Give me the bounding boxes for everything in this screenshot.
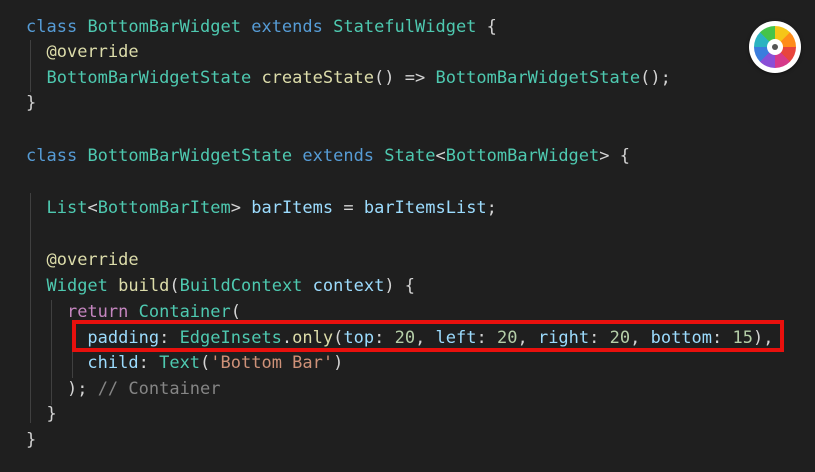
wheel-hub [767, 39, 783, 55]
code-line-11: child: Text('Bottom Bar') [26, 350, 343, 376]
punctuation: } [46, 404, 57, 424]
code-line-8: Widget build(BuildContext context) { [26, 273, 415, 299]
punctuation: < [87, 198, 98, 218]
punctuation: } [26, 93, 37, 113]
punctuation: : [138, 353, 160, 373]
return-type: BottomBarWidgetState [46, 68, 252, 88]
keyword: class [26, 17, 78, 37]
class-name: Text [159, 353, 201, 373]
generic-type: BottomBarItem [97, 198, 231, 218]
punctuation: ( [200, 353, 211, 373]
annotation: @override [46, 250, 139, 270]
code-line-6: List<BottomBarItem> barItems = barItemsL… [26, 195, 497, 221]
highlight-box [72, 320, 784, 352]
generic-type: BottomBarWidget [445, 146, 600, 166]
variable: barItemsList [363, 198, 487, 218]
class-name: BottomBarWidget [87, 17, 241, 37]
punctuation: ) { [384, 276, 416, 296]
punctuation: ( [169, 276, 180, 296]
class-name: BottomBarWidgetState [87, 146, 293, 166]
punctuation: ; [486, 198, 497, 218]
comment: // Container [97, 379, 221, 399]
punctuation: > [230, 198, 252, 218]
keyword: class [26, 146, 78, 166]
class-name: Container [138, 302, 231, 322]
punctuation: { [476, 17, 497, 37]
color-wheel [754, 26, 796, 68]
code-line-2: @override [26, 39, 139, 65]
property-name: child [87, 353, 139, 373]
code-line-13: } [26, 401, 57, 427]
variable: barItems [251, 198, 334, 218]
code-line-3: BottomBarWidgetState createState() => Bo… [26, 65, 671, 91]
keyword: extends [302, 146, 375, 166]
return-type: Widget [46, 276, 108, 296]
annotation: @override [46, 42, 139, 62]
punctuation: > { [599, 146, 630, 166]
wheel-center-dot [772, 44, 778, 50]
constructor: BottomBarWidgetState [435, 68, 641, 88]
parent-class: StatefulWidget [333, 17, 477, 37]
color-wheel-icon [749, 21, 801, 73]
type-name: List [46, 198, 88, 218]
punctuation: ); [66, 379, 88, 399]
parent-class: State [384, 146, 436, 166]
code-line-4: } [26, 90, 36, 116]
param-type: BuildContext [179, 276, 303, 296]
punctuation: = [333, 198, 364, 218]
code-line-5: class BottomBarWidgetState extends State… [26, 143, 630, 169]
code-line-14: } [26, 427, 36, 453]
code-editor: class BottomBarWidget extends StatefulWi… [0, 0, 815, 472]
punctuation: (); [640, 68, 671, 88]
punctuation: } [26, 430, 37, 450]
punctuation: < [435, 146, 446, 166]
code-line-7: @override [26, 247, 139, 273]
keyword: extends [251, 17, 323, 37]
method-name: createState [261, 68, 375, 88]
punctuation: ( [230, 302, 241, 322]
punctuation: () => [374, 68, 436, 88]
param-name: context [312, 276, 385, 296]
punctuation: ) [333, 353, 344, 373]
code-line-1: class BottomBarWidget extends StatefulWi… [26, 14, 497, 40]
method-name: build [118, 276, 170, 296]
code-line-12: ); // Container [26, 376, 221, 402]
keyword-return: return [66, 302, 129, 322]
string-literal: 'Bottom Bar' [210, 353, 334, 373]
